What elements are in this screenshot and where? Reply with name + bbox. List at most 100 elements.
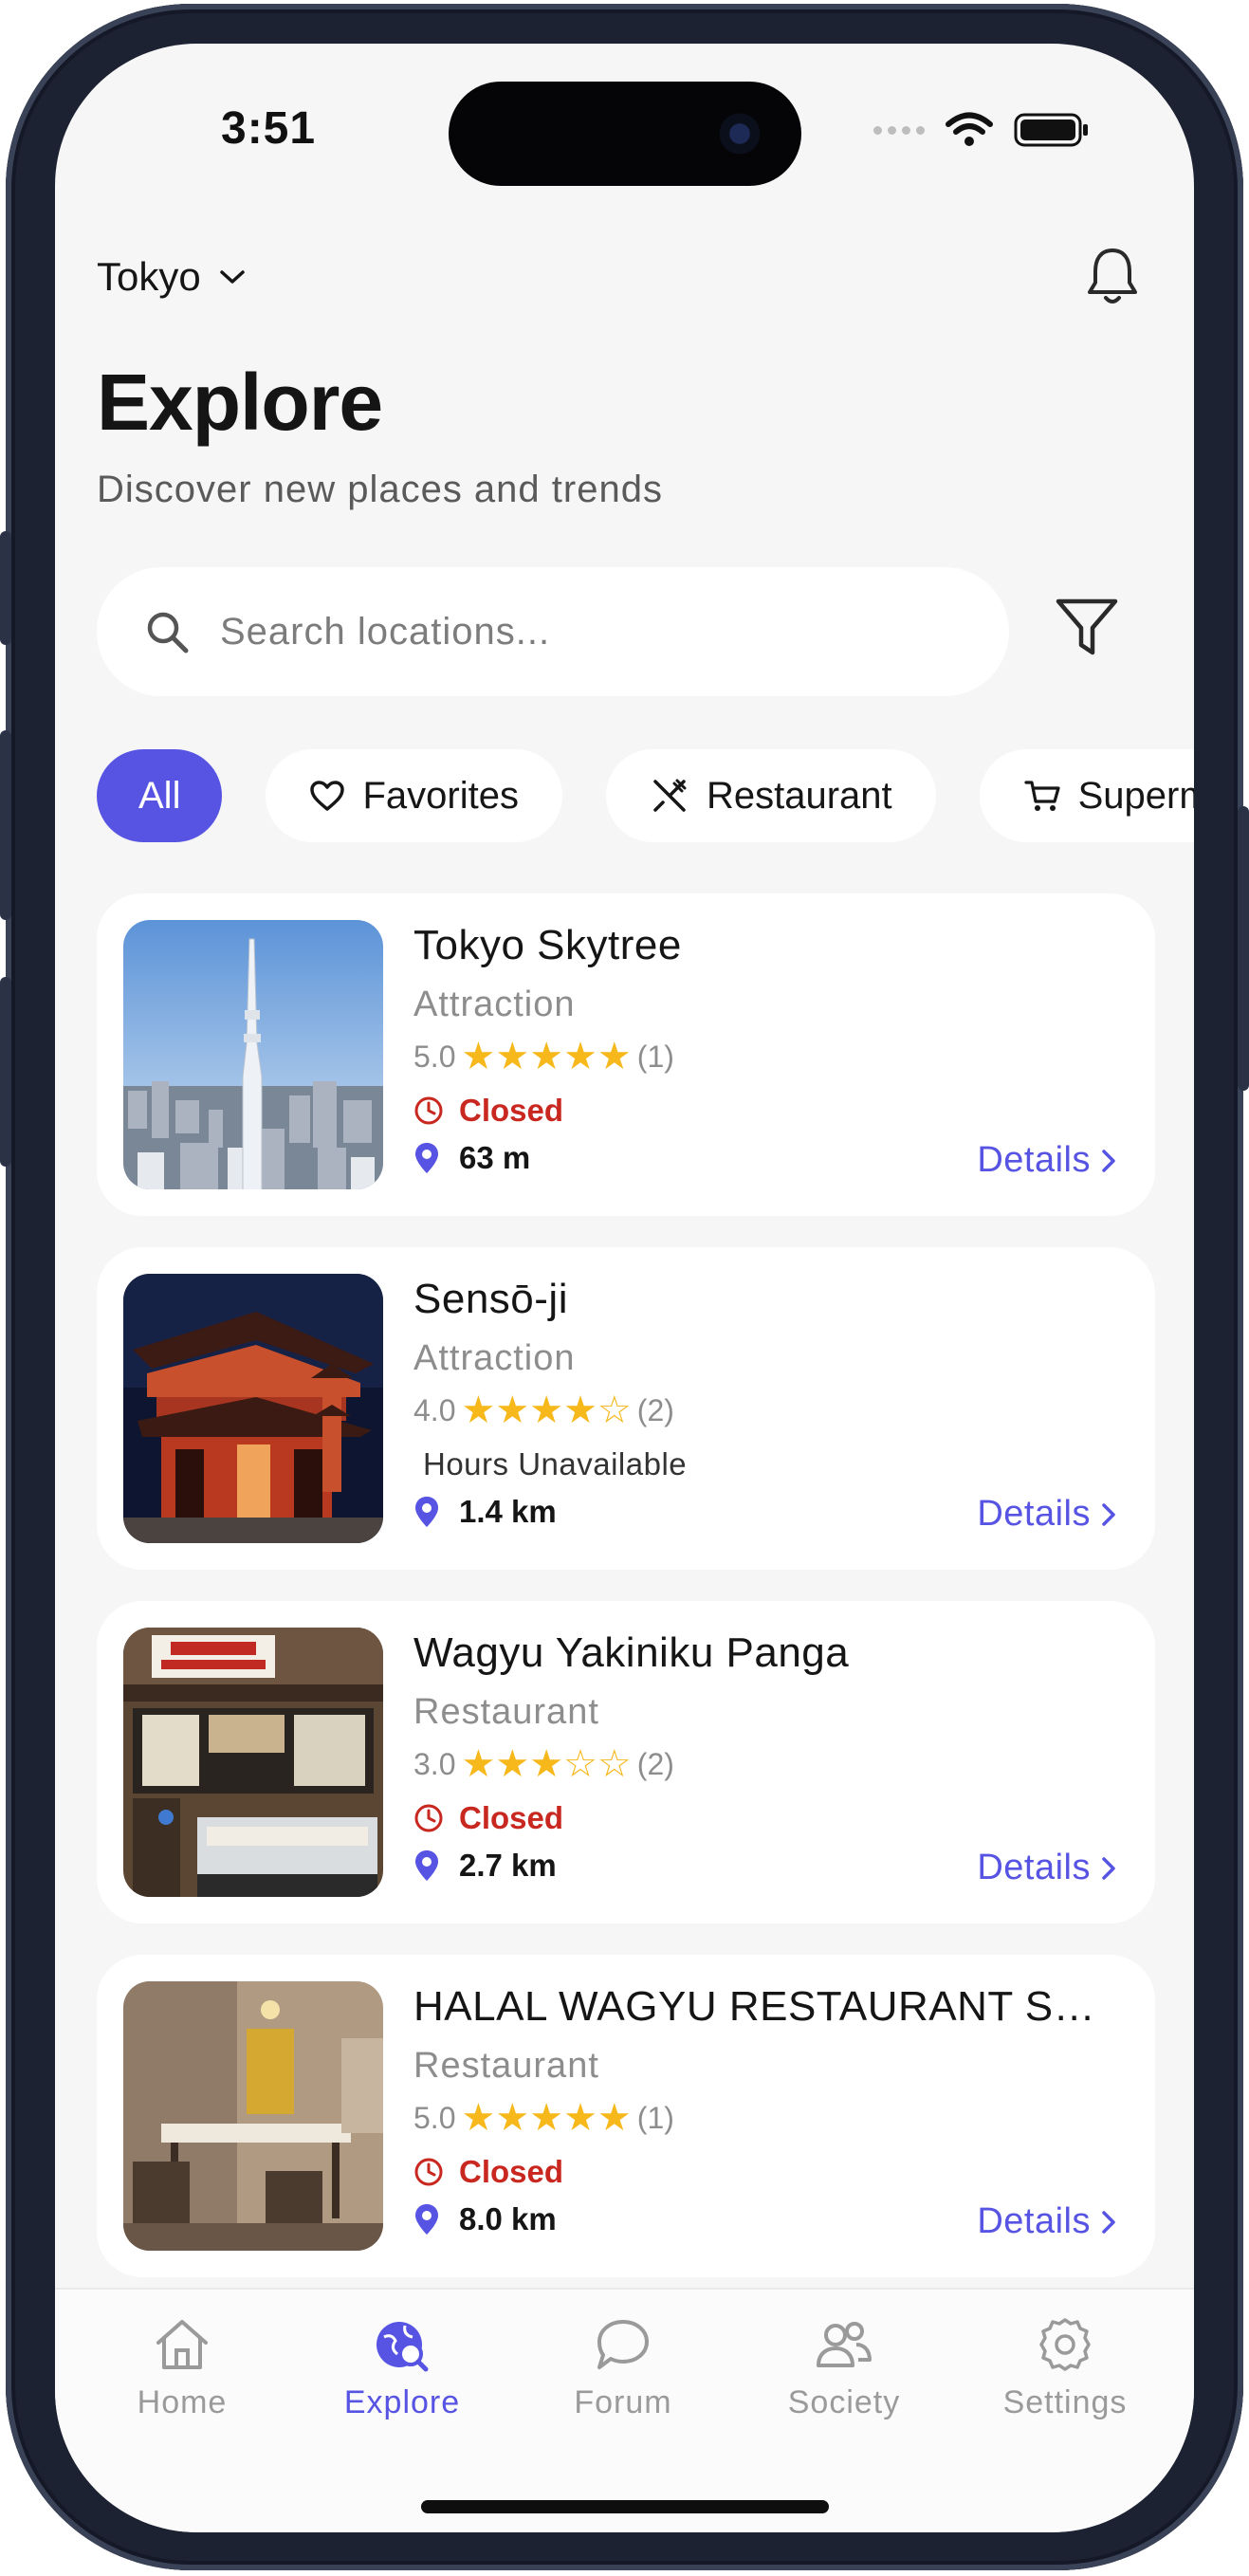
utensils-icon (653, 779, 687, 812)
search-icon (147, 612, 189, 653)
map-pin-icon (415, 1143, 438, 1173)
place-rating: 5.0 ★★★★★ (1) (413, 2099, 674, 2137)
chip-label: Favorites (362, 774, 519, 817)
search-bar[interactable] (97, 567, 1009, 696)
place-name: Sensō-ji (413, 1276, 568, 1322)
rating-value: 4.0 (413, 1392, 456, 1427)
clock-icon (414, 1096, 443, 1125)
chevron-right-icon (1102, 1149, 1115, 1172)
star-rating-icon: ★★★★★ (461, 1036, 632, 1077)
app-screen: 3:51 Tokyo Explore Discover new places a… (55, 44, 1194, 2532)
details-label: Details (977, 1140, 1091, 1180)
place-photo (123, 1981, 383, 2251)
open-status: Closed (413, 1093, 563, 1129)
filter-button[interactable] (1053, 596, 1121, 665)
chip-all[interactable]: All (97, 749, 223, 842)
place-category: Restaurant (413, 2046, 599, 2086)
details-link[interactable]: Details (977, 1848, 1117, 1888)
map-pin-icon (415, 1497, 438, 1527)
rating-value: 5.0 (413, 1039, 456, 1074)
status-text: Closed (459, 2154, 564, 2189)
star-rating-icon: ★★★★☆ (461, 1389, 632, 1431)
rating-value: 3.0 (413, 1746, 456, 1781)
rating-value: 5.0 (413, 2100, 456, 2135)
filter-icon (1056, 598, 1118, 655)
wifi-icon (946, 112, 993, 146)
front-camera (716, 110, 763, 157)
place-name: HALAL WAGYU RESTAURANT SHI... (413, 1983, 1115, 2030)
map-pin-icon (415, 2204, 438, 2235)
review-count: (2) (636, 1392, 674, 1427)
place-distance: 1.4 km (413, 1494, 557, 1530)
house-icon (156, 2320, 208, 2369)
distance-text: 1.4 km (459, 1494, 557, 1529)
battery-icon (1014, 113, 1088, 147)
open-status: Closed (413, 1800, 563, 1836)
details-link[interactable]: Details (977, 1494, 1117, 1535)
review-count: (1) (636, 1039, 674, 1074)
chevron-down-icon (219, 270, 245, 284)
page-subtitle: Discover new places and trends (97, 469, 663, 510)
tab-label: Settings (1002, 2384, 1128, 2420)
star-rating-icon: ★★★☆☆ (461, 1743, 632, 1785)
city-label: Tokyo (97, 254, 201, 299)
chip-restaurant[interactable]: Restaurant (605, 749, 936, 842)
people-icon (817, 2322, 872, 2367)
status-text: Closed (459, 1093, 564, 1128)
place-photo (123, 920, 383, 1189)
map-pin-icon (415, 1850, 438, 1881)
place-rating: 4.0 ★★★★☆ (2) (413, 1391, 674, 1429)
chip-favorites[interactable]: Favorites (266, 749, 562, 842)
chip-label: Restaurant (706, 774, 892, 817)
bell-icon (1088, 248, 1137, 304)
cart-icon (1024, 781, 1060, 811)
status-text: Closed (459, 1800, 564, 1835)
place-photo (123, 1628, 383, 1897)
page-title: Explore (97, 358, 383, 447)
details-label: Details (977, 2201, 1091, 2241)
details-label: Details (977, 1494, 1091, 1534)
status-time: 3:51 (221, 103, 317, 154)
open-status: Hours Unavailable (423, 1446, 687, 1482)
tab-label: Forum (574, 2384, 672, 2420)
chip-label: Superma (1077, 774, 1194, 817)
gear-icon (1039, 2318, 1091, 2371)
heart-icon (310, 781, 345, 811)
tab-home[interactable]: Home (87, 2316, 277, 2421)
place-card[interactable]: Sensō-ji Attraction 4.0 ★★★★☆ (2) Hours … (97, 1247, 1155, 1570)
place-card[interactable]: HALAL WAGYU RESTAURANT SHI... Restaurant… (97, 1955, 1155, 2277)
chevron-right-icon (1102, 1856, 1115, 1880)
place-rating: 5.0 ★★★★★ (1) (413, 1038, 674, 1076)
place-rating: 3.0 ★★★☆☆ (2) (413, 1745, 674, 1783)
details-label: Details (977, 1848, 1091, 1887)
place-card[interactable]: Tokyo Skytree Attraction 5.0 ★★★★★ (1) C… (97, 893, 1155, 1216)
bottom-tab-bar: Home Explore Forum Society Settings (55, 2288, 1194, 2532)
place-distance: 8.0 km (413, 2201, 557, 2237)
tab-society[interactable]: Society (749, 2316, 939, 2421)
search-input[interactable] (218, 609, 886, 654)
chevron-right-icon (1102, 2210, 1115, 2234)
chip-supermarket[interactable]: Superma (979, 749, 1194, 842)
details-link[interactable]: Details (977, 2201, 1117, 2242)
place-card[interactable]: Wagyu Yakiniku Panga Restaurant 3.0 ★★★☆… (97, 1601, 1155, 1923)
tab-settings[interactable]: Settings (970, 2316, 1160, 2421)
notifications-button[interactable] (1084, 243, 1141, 314)
city-selector[interactable]: Tokyo (97, 254, 247, 300)
place-distance: 2.7 km (413, 1848, 557, 1884)
dynamic-island (449, 82, 801, 186)
tab-forum[interactable]: Forum (528, 2316, 718, 2421)
explore-globe-icon (377, 2322, 429, 2372)
tab-explore[interactable]: Explore (307, 2316, 497, 2421)
place-category: Restaurant (413, 1692, 599, 1732)
volume-up-button (0, 730, 11, 920)
details-link[interactable]: Details (977, 1140, 1117, 1181)
place-category: Attraction (413, 1338, 576, 1378)
tab-label: Home (137, 2384, 228, 2420)
place-category: Attraction (413, 984, 576, 1024)
place-name: Tokyo Skytree (413, 922, 682, 968)
action-button (0, 531, 11, 645)
place-distance: 63 m (413, 1140, 530, 1176)
signal-icon (873, 125, 925, 135)
distance-text: 2.7 km (459, 1848, 557, 1883)
clock-icon (414, 1804, 443, 1832)
